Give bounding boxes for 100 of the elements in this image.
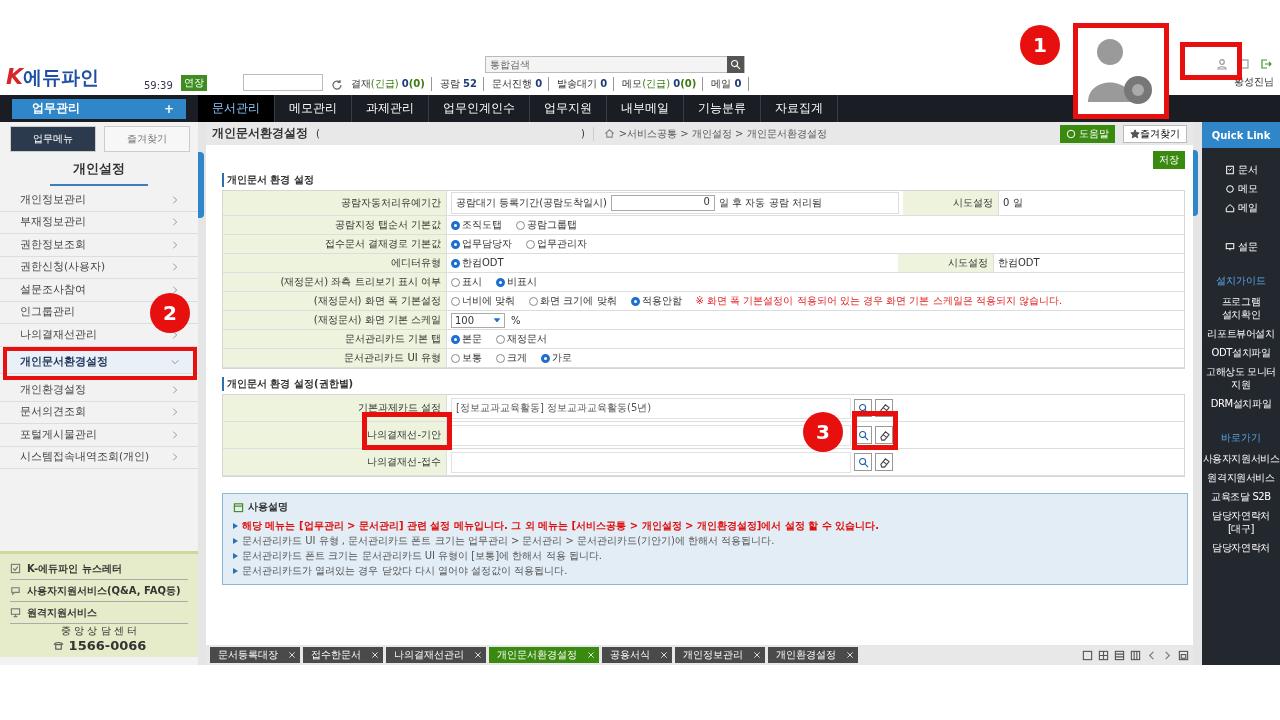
status-counter[interactable]: 메일 0 <box>711 77 749 91</box>
quick-link[interactable]: 고해상도 모니터 지원 <box>1202 362 1280 394</box>
status-counter[interactable]: 공람 52 <box>439 77 484 91</box>
extend-button[interactable]: 연장 <box>180 75 207 91</box>
speech-bubble-icon <box>1224 183 1235 194</box>
field-label: (재정문서) 화면 폭 기본설정 <box>223 292 447 310</box>
radio-button[interactable] <box>496 353 505 363</box>
text-field[interactable]: [정보교과교육활동] 정보교과교육활동(5년) <box>451 397 851 419</box>
sidebar-item[interactable]: 시스템접속내역조회(개인) <box>0 446 198 469</box>
radio-button[interactable] <box>526 239 535 249</box>
nav-tab[interactable]: 문서관리 <box>198 95 275 122</box>
text-field[interactable] <box>451 451 851 473</box>
quick-link[interactable]: 사용자지원서비스 <box>1202 449 1280 468</box>
save-button[interactable]: 저장 <box>1153 151 1185 169</box>
single-view-icon[interactable] <box>1082 649 1093 661</box>
quick-link[interactable]: 담당자연락처 [대구] <box>1202 506 1280 538</box>
chevron-right-icon <box>170 384 180 395</box>
radio-button[interactable] <box>541 353 550 363</box>
monitor-icon <box>1224 241 1235 252</box>
rows-view-icon[interactable] <box>1114 649 1125 661</box>
quick-input[interactable] <box>242 74 323 91</box>
radio-button[interactable] <box>451 353 460 363</box>
radio-button[interactable] <box>496 277 505 287</box>
radio-button[interactable] <box>529 296 539 306</box>
status-counter[interactable]: 발송대기 0 <box>557 77 615 91</box>
radio-button[interactable] <box>496 334 505 344</box>
radio-button[interactable] <box>451 296 460 306</box>
scale-select[interactable]: 100 <box>451 312 505 328</box>
page-tab[interactable]: 개인환경설정 <box>768 647 858 663</box>
support-link[interactable]: K-에듀파인 뉴스레터 <box>27 561 122 576</box>
collapse-handle[interactable] <box>1193 150 1198 216</box>
radio-button[interactable] <box>451 334 460 344</box>
quick-link[interactable]: 원격지원서비스 <box>1202 468 1280 487</box>
quick-link[interactable]: DRM설치파일 <box>1202 394 1280 413</box>
collapse-handle[interactable] <box>198 152 204 218</box>
search-field[interactable]: 통합검색 <box>485 56 745 73</box>
radio-label: 공람그룹탭 <box>527 218 577 232</box>
status-counter[interactable]: 문서진행 0 <box>492 77 550 91</box>
sidebar-item[interactable]: 개인정보관리 <box>0 189 198 212</box>
quick-link[interactable]: 리포트뷰어설치 <box>1202 324 1280 343</box>
close-icon <box>846 651 854 659</box>
favorite-button[interactable]: 즐겨찾기 <box>1123 124 1187 143</box>
quick-link[interactable]: 프로그램 설치확인 <box>1202 292 1280 324</box>
quick-link[interactable]: 메모 <box>1237 181 1258 196</box>
radio-button[interactable] <box>630 296 640 306</box>
page-tab[interactable]: 공용서식 <box>602 647 672 663</box>
work-menu-button[interactable]: 업무관리 + <box>12 98 186 119</box>
field-label: (재정문서) 좌측 트리보기 표시 여부 <box>223 273 447 291</box>
quick-link[interactable]: 담당자연락처 <box>1202 538 1280 557</box>
quick-link[interactable]: 메일 <box>1237 200 1258 215</box>
next-icon[interactable] <box>1162 649 1173 661</box>
sidebar-tab[interactable]: 즐겨찾기 <box>104 126 190 152</box>
eraser-button[interactable] <box>875 426 893 444</box>
status-counter[interactable]: 메모(긴급) 0(0) <box>622 77 704 91</box>
previous-icon[interactable] <box>1146 649 1157 661</box>
radio-button[interactable] <box>451 258 460 268</box>
search-icon <box>857 429 869 441</box>
field-label: 공람자동처리유예기간 <box>223 191 447 215</box>
period-suffix: 일 후 자동 공람 처리됨 <box>719 196 822 210</box>
quick-link[interactable]: ODT설치파일 <box>1202 343 1280 362</box>
page-title: 개인문서환경설정 <box>212 125 308 142</box>
status-counter[interactable]: 결재(긴급) 0(0) <box>350 77 432 91</box>
paren-close: ) <box>580 128 585 139</box>
radio-button[interactable] <box>451 277 460 287</box>
radio-label: 비표시 <box>507 275 537 289</box>
support-link[interactable]: 사용자지원서비스(Q&A, FAQ등) <box>27 583 181 598</box>
quick-link[interactable]: 설문 <box>1237 239 1258 254</box>
search-button[interactable] <box>854 453 872 471</box>
monitor-icon <box>10 607 21 618</box>
sidebar-item[interactable]: 문서의견조회 <box>0 401 198 424</box>
page-tab[interactable]: 문서등록대장 <box>210 647 300 663</box>
page-tab[interactable]: 개인정보관리 <box>675 647 765 663</box>
radio-label: 업무담당자 <box>462 237 512 251</box>
help-button[interactable]: 도움말 <box>1060 124 1115 143</box>
field-label: 문서관리카드 기본 탭 <box>223 330 447 348</box>
support-link[interactable]: 원격지원서비스 <box>27 605 97 620</box>
close-icon <box>660 651 668 659</box>
sidebar-item[interactable]: 개인환경설정 <box>0 379 198 402</box>
panel-icon[interactable] <box>1178 649 1189 661</box>
columns-view-icon[interactable] <box>1130 649 1141 661</box>
radio-button[interactable] <box>516 220 525 230</box>
page-tab[interactable]: 접수한문서 <box>303 647 383 663</box>
chevron-right-icon <box>170 262 180 273</box>
logout-icon[interactable] <box>1260 58 1272 70</box>
radio-button[interactable] <box>451 220 460 230</box>
grid-view-icon[interactable] <box>1098 649 1109 661</box>
page-tab[interactable]: 나의결재선관리 <box>386 647 486 663</box>
person-icon[interactable] <box>1216 58 1228 70</box>
sidebar-item[interactable]: 부재정보관리 <box>0 211 198 234</box>
quick-link[interactable]: 교육조달 S2B <box>1202 487 1280 506</box>
page-tab[interactable]: 개인문서환경설정 <box>489 647 599 663</box>
days-input[interactable]: 0 <box>611 195 715 211</box>
sidebar-item[interactable]: 권한정보조회 <box>0 234 198 257</box>
sidebar-item[interactable]: 포털게시물관리 <box>0 424 198 447</box>
sidebar-tab[interactable]: 업무메뉴 <box>10 126 96 152</box>
radio-button[interactable] <box>451 239 460 249</box>
sidebar-item[interactable]: 권한신청(사용자) <box>0 256 198 279</box>
sidebar-item[interactable]: 개인문서환경설정 <box>0 351 198 374</box>
eraser-button[interactable] <box>875 453 893 471</box>
quick-link[interactable]: 문서 <box>1237 162 1258 177</box>
